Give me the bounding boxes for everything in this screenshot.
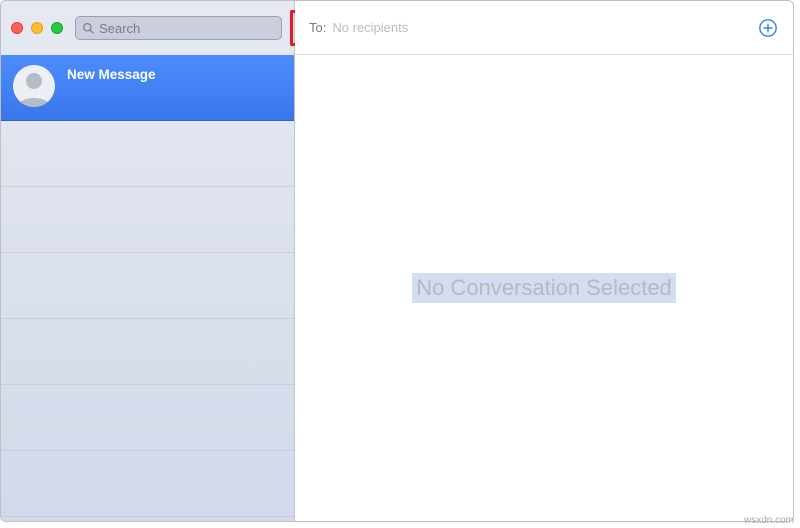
avatar xyxy=(13,65,55,107)
window-controls xyxy=(11,22,63,34)
search-icon xyxy=(82,22,95,35)
add-recipient-button[interactable] xyxy=(757,17,779,39)
list-item xyxy=(1,451,294,517)
list-item xyxy=(1,253,294,319)
conversation-body: No Conversation Selected xyxy=(295,55,793,521)
conversation-list: New Message xyxy=(1,55,294,521)
maximize-window-button[interactable] xyxy=(51,22,63,34)
list-item xyxy=(1,385,294,451)
list-item xyxy=(1,121,294,187)
conversation-title: New Message xyxy=(67,67,156,82)
empty-state-text: No Conversation Selected xyxy=(412,273,676,303)
main-pane: To: No recipients No Conversation Select… xyxy=(295,1,793,521)
recipients-input[interactable]: No recipients xyxy=(332,20,751,35)
search-field[interactable] xyxy=(75,16,282,40)
avatar-placeholder-icon xyxy=(13,65,55,107)
list-item xyxy=(1,187,294,253)
plus-circle-icon xyxy=(758,18,778,38)
search-input[interactable] xyxy=(99,21,275,36)
watermark: wsxdn.com xyxy=(744,515,794,526)
to-label: To: xyxy=(309,20,326,35)
conversation-item[interactable]: New Message xyxy=(1,55,294,121)
list-item xyxy=(1,319,294,385)
to-field-row: To: No recipients xyxy=(295,1,793,55)
minimize-window-button[interactable] xyxy=(31,22,43,34)
window-content: New Message To: No recipients xyxy=(1,1,793,521)
messages-window: New Message To: No recipients xyxy=(0,0,794,522)
close-window-button[interactable] xyxy=(11,22,23,34)
sidebar: New Message xyxy=(1,1,295,521)
titlebar xyxy=(1,1,294,55)
